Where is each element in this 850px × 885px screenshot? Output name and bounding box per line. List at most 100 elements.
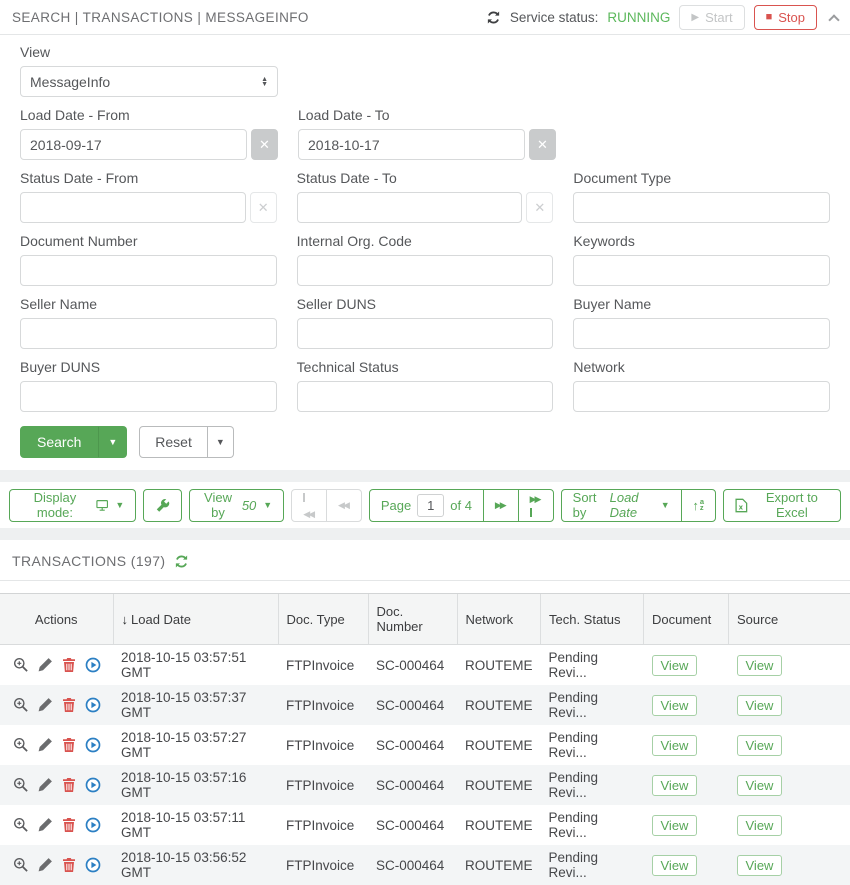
network-cell: ROUTEME [457,725,541,765]
search-button[interactable]: Search [20,426,98,458]
technical-status-input[interactable] [297,381,554,412]
view-document-button[interactable]: View [652,655,698,676]
sort-by-button[interactable]: Sort by Load Date ▼ [562,490,681,521]
reset-button[interactable]: Reset [139,426,208,458]
caret-down-icon: ▼ [263,500,272,510]
view-document-button[interactable]: View [652,855,698,876]
play-circle-icon[interactable] [85,817,101,833]
breadcrumb: SEARCH | TRANSACTIONS | MESSAGEINFO [12,10,309,25]
stop-button[interactable]: ■ Stop [754,5,817,30]
zoom-in-icon[interactable] [13,697,29,713]
load-date-from-input[interactable] [20,129,247,160]
start-button[interactable]: ▶ Start [679,5,744,30]
clear-status-date-to-button[interactable]: ✕ [526,192,553,223]
delete-trash-icon[interactable] [61,697,77,713]
view-by-button[interactable]: View by 50 ▼ [189,489,284,522]
status-date-from-input[interactable] [20,192,246,223]
tech-status-cell: Pending Revi... [541,685,644,725]
delete-trash-icon[interactable] [61,657,77,673]
column-header-doc-type[interactable]: Doc. Type [278,594,368,645]
transactions-table-body: 2018-10-15 03:57:51 GMT FTPInvoice SC-00… [0,645,850,885]
view-source-button[interactable]: View [737,815,783,836]
column-header-load-date[interactable]: ↓Load Date [113,594,278,645]
buyer-name-input[interactable] [573,318,830,349]
edit-pencil-icon[interactable] [37,817,53,833]
view-select[interactable]: MessageInfo ▲▼ [20,66,278,97]
keywords-input[interactable] [573,255,830,286]
sort-direction-button[interactable]: ↑az [681,490,715,521]
view-source-button[interactable]: View [737,695,783,716]
page-number-input[interactable] [417,494,444,517]
seller-name-input[interactable] [20,318,277,349]
zoom-in-icon[interactable] [13,817,29,833]
sort-descending-icon: ↓ [122,612,129,627]
doc-number-cell: SC-000464 [368,845,457,885]
tech-status-cell: Pending Revi... [541,645,644,686]
play-circle-icon[interactable] [85,697,101,713]
zoom-in-icon[interactable] [13,857,29,873]
network-input[interactable] [573,381,830,412]
play-circle-icon[interactable] [85,777,101,793]
view-select-value: MessageInfo [30,74,110,90]
view-source-button[interactable]: View [737,655,783,676]
edit-pencil-icon[interactable] [37,657,53,673]
column-header-network[interactable]: Network [457,594,541,645]
first-page-button[interactable]: ◀◀ [292,490,326,521]
delete-trash-icon[interactable] [61,777,77,793]
refresh-icon[interactable] [486,10,501,25]
settings-wrench-button[interactable] [143,489,182,522]
zoom-in-icon[interactable] [13,777,29,793]
caret-down-icon: ▼ [661,500,670,510]
view-document-button[interactable]: View [652,695,698,716]
export-to-excel-button[interactable]: x Export to Excel [723,489,841,522]
tech-status-cell: Pending Revi... [541,725,644,765]
play-circle-icon[interactable] [85,857,101,873]
zoom-in-icon[interactable] [13,737,29,753]
edit-pencil-icon[interactable] [37,777,53,793]
edit-pencil-icon[interactable] [37,737,53,753]
caret-down-icon: ▼ [216,437,225,447]
delete-trash-icon[interactable] [61,857,77,873]
last-page-button[interactable]: ▶▶ [519,490,553,521]
view-source-button[interactable]: View [737,735,783,756]
network-cell: ROUTEME [457,805,541,845]
clear-load-date-to-button[interactable]: ✕ [529,129,556,160]
column-header-tech-status[interactable]: Tech. Status [541,594,644,645]
column-header-doc-number[interactable]: Doc. Number [368,594,457,645]
reset-caret-button[interactable]: ▼ [208,426,234,458]
column-header-actions: Actions [0,594,113,645]
clear-status-date-from-button[interactable]: ✕ [250,192,277,223]
document-number-input[interactable] [20,255,277,286]
collapse-chevron-icon[interactable] [828,14,839,25]
buyer-duns-input[interactable] [20,381,277,412]
clear-load-date-from-button[interactable]: ✕ [251,129,278,160]
status-date-to-field: Status Date - To ✕ [297,169,554,223]
previous-page-button[interactable]: ◀◀ [327,490,361,521]
next-page-button[interactable]: ▶▶ [484,490,518,521]
refresh-results-icon[interactable] [174,554,189,569]
search-caret-button[interactable]: ▼ [98,426,127,458]
load-date-from-field: Load Date - From ✕ [20,106,278,160]
view-document-button[interactable]: View [652,775,698,796]
view-source-button[interactable]: View [737,775,783,796]
status-date-to-input[interactable] [297,192,523,223]
delete-trash-icon[interactable] [61,737,77,753]
seller-duns-input[interactable] [297,318,554,349]
display-mode-button[interactable]: Display mode: ▼ [9,489,136,522]
doc-type-cell: FTPInvoice [278,805,368,845]
top-bar: SEARCH | TRANSACTIONS | MESSAGEINFO Serv… [0,0,850,35]
doc-number-cell: SC-000464 [368,765,457,805]
play-circle-icon[interactable] [85,657,101,673]
edit-pencil-icon[interactable] [37,697,53,713]
play-circle-icon[interactable] [85,737,101,753]
view-document-button[interactable]: View [652,735,698,756]
internal-org-code-input[interactable] [297,255,554,286]
delete-trash-icon[interactable] [61,817,77,833]
load-date-to-input[interactable] [298,129,525,160]
document-type-input[interactable] [573,192,830,223]
sort-group: Sort by Load Date ▼ ↑az [561,489,716,522]
edit-pencil-icon[interactable] [37,857,53,873]
view-source-button[interactable]: View [737,855,783,876]
view-document-button[interactable]: View [652,815,698,836]
zoom-in-icon[interactable] [13,657,29,673]
